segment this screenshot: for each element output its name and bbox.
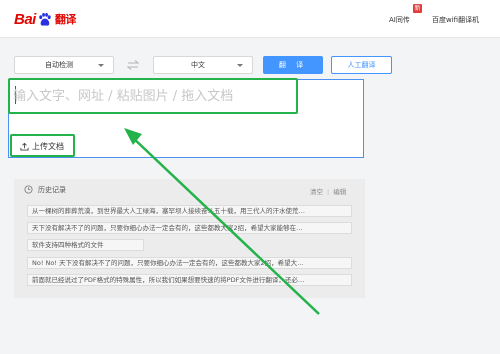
history-item[interactable]: 天下没有解决不了的问题，只要你细心办法一定会有的，这些都教大家2招，希望大家能够… xyxy=(27,222,352,234)
new-badge: 新 xyxy=(413,4,422,13)
translator-device-link[interactable]: 百度wifi翻译机 xyxy=(432,15,479,25)
logo-bai-text: Bai xyxy=(14,10,36,28)
ai-interpretation-link[interactable]: AI同传 xyxy=(389,15,410,25)
source-language-select[interactable]: 自动检测 xyxy=(14,56,114,74)
annotation-arrow xyxy=(124,128,320,315)
history-title: 历史记录 xyxy=(38,186,66,194)
chevron-down-icon xyxy=(98,64,104,67)
edit-history-button[interactable]: 编辑 xyxy=(333,188,346,196)
translate-button[interactable]: 翻 译 xyxy=(263,56,323,74)
history-item[interactable]: 从一棵树的葬葬荒漠，到世界最大人工绿海，塞罕坝人接续奋斗五十载，用三代人的汗水使… xyxy=(27,205,352,217)
clear-history-button[interactable]: 清空 xyxy=(310,188,323,196)
target-language-select[interactable]: 中文 xyxy=(153,56,253,74)
logo-fanyi-text: 翻译 xyxy=(54,13,77,26)
history-item[interactable]: No! No! 天下没有解决不了的问题，只要你细心办法一定会有的，这些都教大家2… xyxy=(27,257,352,269)
human-translation-button[interactable]: 人工翻译 xyxy=(331,56,392,74)
history-item[interactable]: 前面就已经说过了PDF格式的特殊属性，所以我们如果想要快速的将PDF文件进行翻译… xyxy=(27,274,352,286)
highlight-upload-box xyxy=(10,134,75,157)
paw-icon xyxy=(39,12,51,26)
clock-icon xyxy=(24,185,33,194)
history-actions: 清空 | 编辑 xyxy=(310,186,346,196)
separator: | xyxy=(327,188,330,196)
target-language-value: 中文 xyxy=(191,61,205,69)
baidu-fanyi-logo[interactable]: Bai 翻译 xyxy=(14,9,76,29)
history-item[interactable]: 软件支持四种格式的文件 xyxy=(27,239,144,251)
source-language-value: 自动检测 xyxy=(45,61,73,69)
chevron-down-icon xyxy=(237,64,243,67)
swap-languages-icon[interactable] xyxy=(126,58,140,72)
highlight-input-box xyxy=(8,78,298,114)
